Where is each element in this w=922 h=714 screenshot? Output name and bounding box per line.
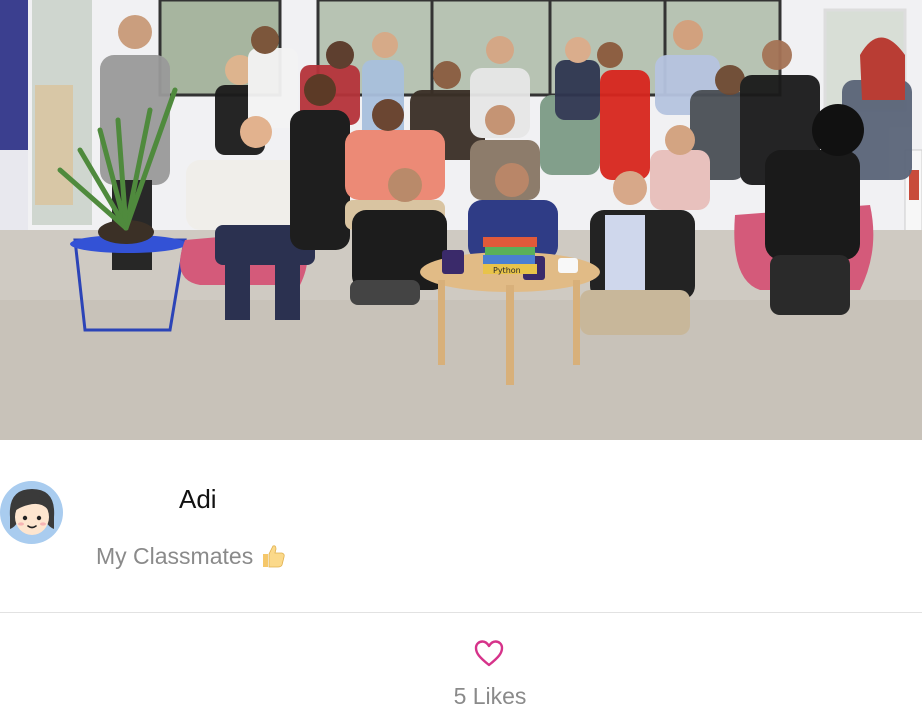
- like-button[interactable]: [473, 638, 505, 668]
- book-spine-text: Python: [493, 266, 521, 275]
- author-name[interactable]: Adi: [179, 484, 217, 515]
- post-caption: My Classmates: [96, 542, 287, 570]
- author-avatar[interactable]: [0, 481, 63, 544]
- post-photo: Python: [0, 0, 922, 440]
- post-header: [0, 440, 922, 612]
- heart-outline-icon: [474, 640, 504, 667]
- girl-avatar-icon: [0, 481, 63, 544]
- likes-count-text: 5 Likes: [453, 683, 527, 709]
- likes-count: 5 Likes: [0, 683, 922, 710]
- divider: [0, 612, 922, 613]
- caption-text: My Classmates: [96, 542, 254, 569]
- thumbs-up-icon: [263, 545, 285, 568]
